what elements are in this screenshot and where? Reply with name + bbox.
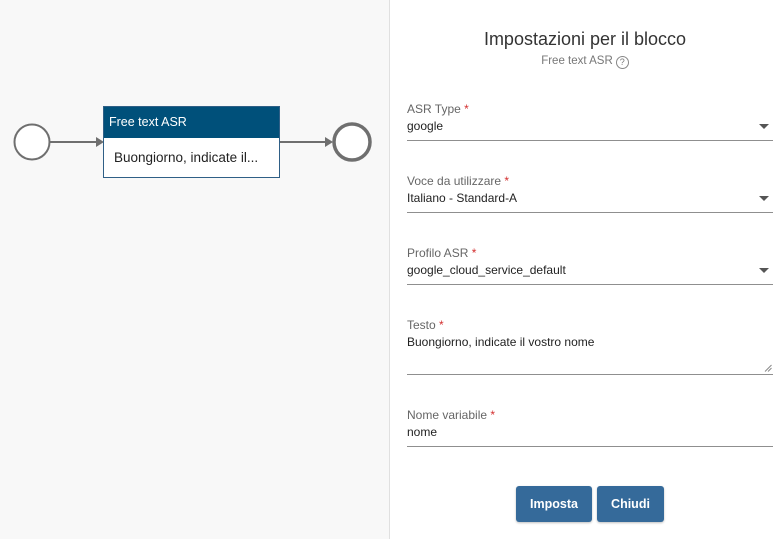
chevron-down-icon[interactable] <box>759 124 769 129</box>
node-text: Buongiorno, indicate il... <box>114 150 259 165</box>
required-marker: * <box>471 246 477 260</box>
chevron-down-icon[interactable] <box>759 268 769 273</box>
flow-connectors <box>13 122 372 162</box>
required-marker: * <box>490 408 496 422</box>
start-event <box>13 123 51 161</box>
end-event <box>332 122 372 162</box>
asr-profile-label: Profilo ASR * <box>407 246 477 260</box>
required-marker: * <box>439 318 444 332</box>
voice-label: Voce da utilizzare * <box>407 174 510 188</box>
set-button[interactable]: Imposta <box>516 486 592 522</box>
variable-name-label: Nome variabile * <box>407 408 496 422</box>
asr-profile-select[interactable]: Profilo ASR * google_cloud_service_defau… <box>407 245 773 285</box>
variable-name-field[interactable]: Nome variabile * nome <box>407 407 773 447</box>
flow-canvas[interactable]: Free text ASR Buongiorno, indicate il... <box>0 0 390 539</box>
voice-select[interactable]: Voce da utilizzare * Italiano - Standard… <box>407 173 773 213</box>
asr-type-label: ASR Type * <box>407 102 469 116</box>
variable-name-value[interactable]: nome <box>407 423 773 441</box>
chevron-down-icon[interactable] <box>759 196 769 201</box>
node-title: Free text ASR <box>104 107 279 138</box>
text-field[interactable]: Testo * Buongiorno, indicate il vostro n… <box>407 317 773 375</box>
panel-title: Impostazioni per il blocco <box>483 29 687 49</box>
flow-node-free-text-asr[interactable]: Free text ASR Buongiorno, indicate il... <box>103 106 280 178</box>
voice-value: Italiano - Standard-A <box>407 191 518 205</box>
resize-handle-icon[interactable] <box>764 364 772 372</box>
text-label: Testo * <box>407 318 444 332</box>
required-marker: * <box>464 102 469 116</box>
connector-out-arrow <box>325 137 333 147</box>
panel-subtitle: Free text ASR? <box>391 55 779 69</box>
help-icon[interactable]: ? <box>615 56 629 69</box>
asr-type-select[interactable]: ASR Type * google <box>407 101 773 141</box>
text-value[interactable]: Buongiorno, indicate il vostro nome <box>407 333 773 351</box>
panel-subtitle-text: Free text ASR <box>541 55 613 67</box>
required-marker: * <box>504 174 510 188</box>
asr-profile-value: google_cloud_service_default <box>407 263 566 277</box>
close-button[interactable]: Chiudi <box>597 486 664 522</box>
asr-type-value: google <box>407 119 444 133</box>
block-settings-panel: Impostazioni per il blocco Free text ASR… <box>391 0 779 539</box>
